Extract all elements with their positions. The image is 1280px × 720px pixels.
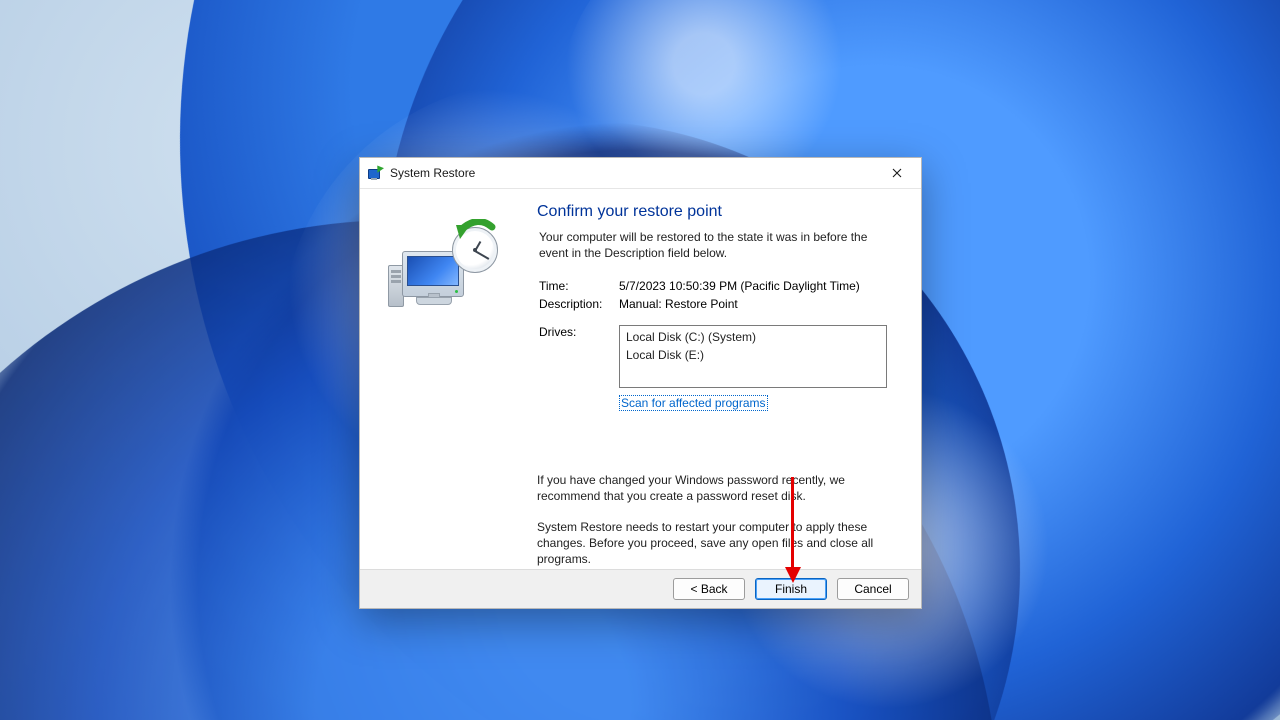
back-button[interactable]: < Back <box>673 578 745 600</box>
time-value: 5/7/2023 10:50:39 PM (Pacific Daylight T… <box>619 279 860 293</box>
password-note: If you have changed your Windows passwor… <box>537 472 889 504</box>
close-icon <box>892 168 902 178</box>
drives-list[interactable]: Local Disk (C:) (System) Local Disk (E:) <box>619 325 887 388</box>
wizard-side-graphic <box>360 189 523 569</box>
system-restore-dialog: System Restore Confirm <box>359 157 922 609</box>
page-heading: Confirm your restore point <box>537 203 897 221</box>
cancel-button[interactable]: Cancel <box>837 578 909 600</box>
description-value: Manual: Restore Point <box>619 297 738 311</box>
wizard-content: Confirm your restore point Your computer… <box>523 189 921 569</box>
intro-text: Your computer will be restored to the st… <box>539 229 887 261</box>
titlebar[interactable]: System Restore <box>360 158 921 189</box>
scan-affected-programs-link[interactable]: Scan for affected programs <box>619 395 768 411</box>
restore-arrow-icon <box>448 219 502 259</box>
system-restore-icon <box>368 165 384 181</box>
wizard-footer: < Back Finish Cancel <box>360 569 921 608</box>
restart-note: System Restore needs to restart your com… <box>537 519 891 568</box>
drives-label: Drives: <box>539 325 619 388</box>
description-label: Description: <box>539 297 619 311</box>
window-title: System Restore <box>390 166 475 180</box>
time-label: Time: <box>539 279 619 293</box>
finish-button[interactable]: Finish <box>755 578 827 600</box>
drive-entry[interactable]: Local Disk (E:) <box>626 347 880 364</box>
drive-entry[interactable]: Local Disk (C:) (System) <box>626 329 880 346</box>
close-button[interactable] <box>874 158 919 188</box>
